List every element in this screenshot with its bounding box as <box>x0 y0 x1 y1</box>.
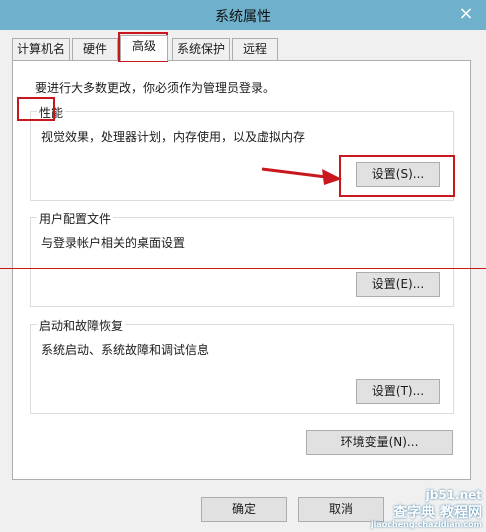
user-profiles-group: 用户配置文件 与登录帐户相关的桌面设置 设置(E)... <box>30 210 454 307</box>
startup-recovery-group: 启动和故障恢复 系统启动、系统故障和调试信息 设置(T)... <box>30 317 454 414</box>
tab-remote[interactable]: 远程 <box>232 38 278 60</box>
watermark-site: jb51.net <box>425 488 482 502</box>
system-properties-window: 系统属性 × 计算机名 硬件 高级 系统保护 远程 要进行大多数更改，你必须作为… <box>0 0 486 532</box>
performance-title-highlight <box>17 97 55 121</box>
user-profiles-desc: 与登录帐户相关的桌面设置 <box>41 236 186 250</box>
advanced-tab-panel: 要进行大多数更改，你必须作为管理员登录。 性能 视觉效果，处理器计划，内存使用，… <box>12 60 471 480</box>
tab-computer-name[interactable]: 计算机名 <box>12 38 70 60</box>
tab-hardware[interactable]: 硬件 <box>72 38 118 60</box>
watermark-title: 查字典 教程网 <box>393 505 482 521</box>
startup-recovery-settings-button[interactable]: 设置(T)... <box>356 379 440 404</box>
tab-advanced[interactable]: 高级 <box>120 35 168 61</box>
tab-system-protection[interactable]: 系统保护 <box>172 38 230 60</box>
settings-button-highlight <box>339 155 455 197</box>
startup-recovery-desc: 系统启动、系统故障和调试信息 <box>41 343 210 357</box>
title-bar: 系统属性 × <box>0 0 486 30</box>
startup-recovery-title: 启动和故障恢复 <box>37 317 126 334</box>
red-guide-line <box>0 268 486 269</box>
user-profiles-settings-button[interactable]: 设置(E)... <box>356 272 440 297</box>
ok-button[interactable]: 确定 <box>201 497 287 522</box>
close-icon[interactable]: × <box>456 4 476 24</box>
arrow-pointer-icon <box>261 167 342 185</box>
performance-desc: 视觉效果，处理器计划，内存使用，以及虚拟内存 <box>41 130 306 144</box>
environment-variables-button[interactable]: 环境变量(N)... <box>306 430 453 455</box>
cancel-button[interactable]: 取消 <box>298 497 384 522</box>
window-title: 系统属性 <box>215 9 271 25</box>
user-profiles-title: 用户配置文件 <box>37 210 114 227</box>
watermark-url: jiaocheng.chazidian.com <box>370 520 482 529</box>
admin-note: 要进行大多数更改，你必须作为管理员登录。 <box>35 81 276 95</box>
